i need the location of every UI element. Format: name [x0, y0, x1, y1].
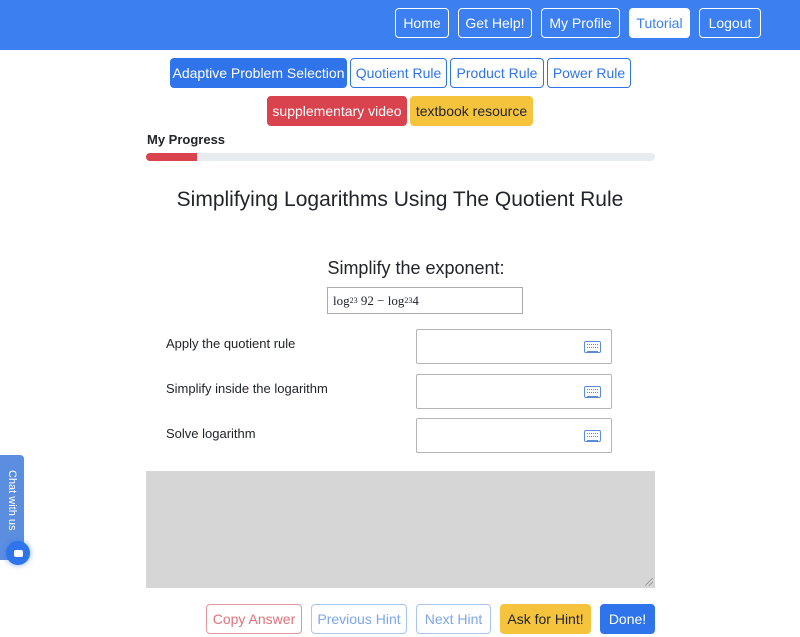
step-label-simplify-inside: Simplify inside the logarithm — [166, 381, 328, 396]
keyboard-icon[interactable] — [584, 430, 601, 442]
step-label-solve-logarithm: Solve logarithm — [166, 426, 256, 441]
get-help-button[interactable]: Get Help! — [458, 8, 532, 38]
progress-bar — [146, 153, 655, 161]
keyboard-icon[interactable] — [584, 386, 601, 398]
home-button[interactable]: Home — [395, 8, 449, 38]
expr-log-1: log — [333, 292, 350, 308]
tab-product-rule[interactable]: Product Rule — [450, 58, 544, 88]
problem-title: Simplifying Logarithms Using The Quotien… — [176, 188, 624, 211]
progress-label: My Progress — [147, 132, 226, 147]
done-button[interactable]: Done! — [600, 604, 655, 634]
tab-adaptive-problem-selection[interactable]: Adaptive Problem Selection — [170, 58, 347, 88]
textbook-resource-button[interactable]: textbook resource — [410, 96, 533, 126]
logout-button[interactable]: Logout — [699, 8, 761, 38]
progress-bar-fill — [146, 153, 197, 161]
step-input-solve-logarithm[interactable] — [416, 418, 612, 453]
step-input-simplify-inside[interactable] — [416, 374, 612, 409]
next-hint-button[interactable]: Next Hint — [416, 604, 491, 634]
expr-arg-2: 4 — [412, 292, 419, 308]
problem-instruction: Simplify the exponent: — [327, 258, 505, 278]
my-profile-button[interactable]: My Profile — [541, 8, 620, 38]
answer-textarea[interactable] — [146, 471, 655, 588]
expr-base-1: 23 — [349, 296, 358, 305]
chat-label[interactable]: Chat with us — [3, 470, 21, 540]
chat-bubble-icon[interactable] — [6, 541, 30, 565]
expr-log-2: log — [387, 292, 405, 308]
top-navbar: Home Get Help! My Profile Tutorial Logou… — [0, 0, 800, 50]
tutorial-button[interactable]: Tutorial — [629, 8, 690, 38]
keyboard-icon[interactable] — [584, 341, 601, 353]
supplementary-video-button[interactable]: supplementary video — [267, 96, 407, 126]
step-input-quotient-rule[interactable] — [416, 329, 612, 364]
copy-answer-button[interactable]: Copy Answer — [206, 604, 302, 634]
chat-bubble-glyph — [13, 549, 23, 557]
problem-expression: log 23 92 − log 23 4 — [327, 287, 523, 314]
expr-arg-1: 92 — [360, 292, 374, 308]
tab-power-rule[interactable]: Power Rule — [547, 58, 631, 88]
expr-base-2: 23 — [404, 296, 413, 305]
tab-quotient-rule[interactable]: Quotient Rule — [350, 58, 447, 88]
resize-grip-icon[interactable] — [645, 578, 653, 586]
expr-minus: − — [377, 292, 385, 308]
ask-for-hint-button[interactable]: Ask for Hint! — [500, 604, 591, 634]
step-label-quotient-rule: Apply the quotient rule — [166, 336, 296, 351]
previous-hint-button[interactable]: Previous Hint — [311, 604, 407, 634]
